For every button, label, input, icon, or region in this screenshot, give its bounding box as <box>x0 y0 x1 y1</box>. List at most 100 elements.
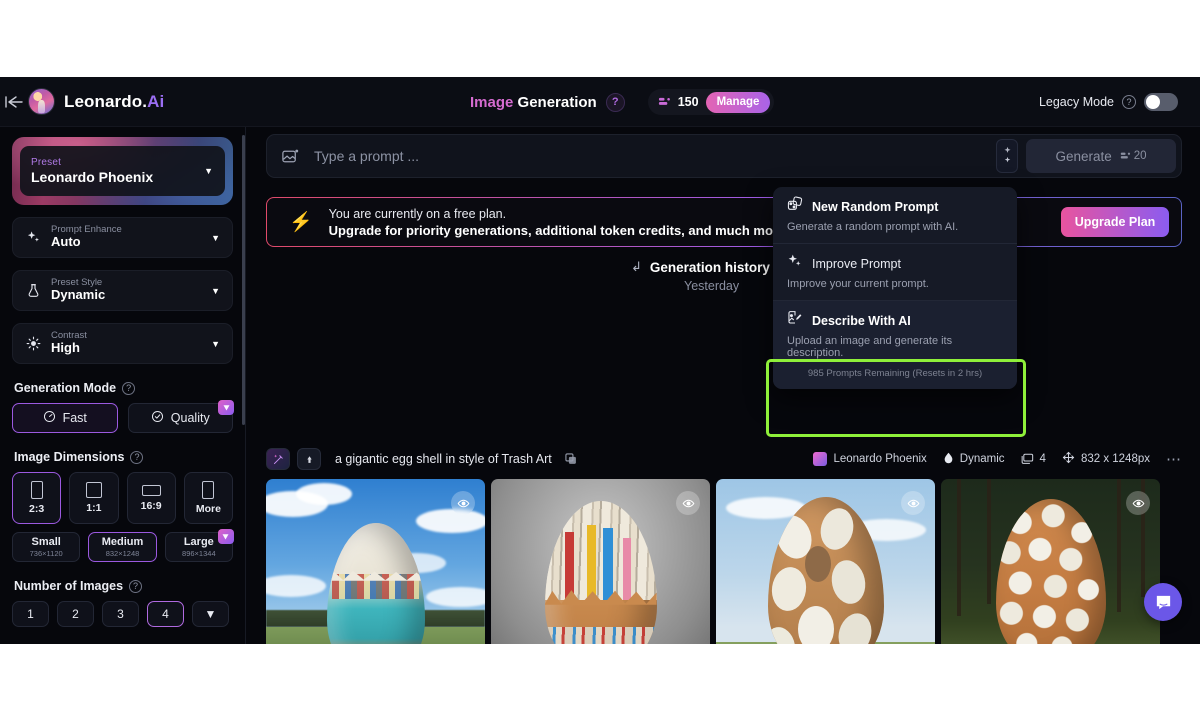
meta-model: Leonardo Phoenix <box>813 452 927 466</box>
app-window: Leonardo.Ai Image Generation ? 150 Manag… <box>0 77 1200 644</box>
page-title-secondary: Generation <box>517 93 597 111</box>
image-upload-icon[interactable] <box>281 147 300 166</box>
brand-name-primary: Leonardo. <box>64 91 148 111</box>
arrow-up-icon[interactable] <box>297 448 321 470</box>
banner-line-1: You are currently on a free plan. <box>328 206 507 221</box>
thumbnail-2[interactable] <box>491 479 710 644</box>
meta-count: 4 <box>1021 452 1046 467</box>
wand-sparkle-icon[interactable] <box>266 448 290 470</box>
image-dimensions-title: Image Dimensions <box>14 450 125 464</box>
help-icon[interactable]: ? <box>129 579 143 593</box>
thumbnail-4[interactable] <box>941 479 1160 644</box>
size-large-name: Large <box>183 536 214 549</box>
magic-wand-icon[interactable] <box>996 139 1018 173</box>
check-circle-icon <box>151 410 164 426</box>
prompt-input[interactable] <box>314 148 996 164</box>
meta-style: Dynamic <box>943 452 1005 467</box>
aspect-ratio-2-3[interactable]: 2:3 <box>12 472 62 524</box>
aspect-ratio-2-3-label: 2:3 <box>29 503 45 515</box>
size-medium[interactable]: Medium 832×1248 <box>88 532 157 562</box>
menu-item-improve-prompt[interactable]: Improve Prompt Improve your current prom… <box>773 243 1017 300</box>
generation-mode-fast[interactable]: Fast <box>12 403 118 433</box>
chevron-down-icon: ▼ <box>204 166 213 176</box>
size-medium-name: Medium <box>101 536 144 549</box>
history-day-label: Yesterday <box>684 279 740 293</box>
generation-mode-quality[interactable]: Quality <box>127 400 234 433</box>
chat-bubble-icon[interactable] <box>1144 583 1182 621</box>
size-small[interactable]: Small 736×1120 <box>12 532 81 562</box>
upgrade-plan-button[interactable]: Upgrade Plan <box>1061 207 1169 237</box>
thumbnail-3-preview-button[interactable] <box>901 491 925 515</box>
brand-logo[interactable]: Leonardo.Ai <box>28 88 164 115</box>
preset-style-value: Dynamic <box>51 287 106 303</box>
model-thumbnail-icon <box>813 452 828 466</box>
speedometer-icon <box>43 410 56 426</box>
aspect-ratio-16-9-label: 16:9 <box>140 499 162 512</box>
number-of-images-3[interactable]: 3 <box>102 601 139 627</box>
meta-count-label: 4 <box>1039 453 1046 465</box>
menu-item-head: Describe With AI <box>787 310 1003 331</box>
free-plan-banner: ⚡ You are currently on a free plan. Upgr… <box>266 197 1182 247</box>
square-shape-icon <box>85 482 102 498</box>
help-icon[interactable]: ? <box>130 450 144 464</box>
resize-arrows-icon <box>1062 451 1075 467</box>
portrait-shape-icon <box>30 481 43 499</box>
aspect-ratio-1-1[interactable]: 1:1 <box>69 472 119 524</box>
size-medium-dims: 832×1248 <box>105 548 140 558</box>
number-of-images-2[interactable]: 2 <box>57 601 94 627</box>
number-of-images-more[interactable]: ▼ <box>192 601 229 627</box>
generation-history-title: Generation history <box>649 259 770 275</box>
arrow-down-left-icon: ↲ <box>631 259 642 274</box>
sidebar-scrollbar[interactable] <box>242 135 245 425</box>
prompt-enhance-selector[interactable]: Prompt Enhance Auto ▼ <box>12 217 233 258</box>
menu-item-describe-with-ai[interactable]: Describe With AI Upload an image and gen… <box>773 300 1017 389</box>
preset-selector[interactable]: Preset Leonardo Phoenix ▼ <box>12 137 233 205</box>
sidebar: Preset Leonardo Phoenix ▼ Prompt Enhance… <box>0 127 246 644</box>
preset-value: Leonardo Phoenix <box>31 169 154 185</box>
help-icon[interactable]: ? <box>122 381 136 395</box>
back-arrow-icon[interactable] <box>4 95 24 109</box>
legacy-help-icon[interactable]: ? <box>1122 95 1136 109</box>
aspect-ratio-more[interactable]: More <box>183 472 233 524</box>
generation-history-header: ↲ Generation history <box>631 259 770 275</box>
token-count: 150 <box>677 95 699 109</box>
copy-icon[interactable] <box>564 452 578 466</box>
size-small-name: Small <box>31 536 61 549</box>
prompt-enhance-text: Prompt Enhance Auto <box>51 224 122 251</box>
sparkle-icon <box>787 253 803 274</box>
preset-style-selector[interactable]: Preset Style Dynamic ▼ <box>12 270 233 311</box>
generation-mode-header: Generation Mode ? <box>14 381 233 395</box>
legacy-mode-toggle[interactable] <box>1144 93 1178 111</box>
chevron-down-icon: ▼ <box>211 285 220 296</box>
generation-mode-fast-label: Fast <box>62 411 87 425</box>
premium-gem-icon <box>217 529 234 544</box>
number-of-images-4[interactable]: 4 <box>147 601 184 627</box>
help-icon[interactable]: ? <box>605 92 625 112</box>
dice-icon <box>787 196 803 217</box>
number-of-images-1[interactable]: 1 <box>12 601 49 627</box>
menu-item-new-random-prompt[interactable]: New Random Prompt Generate a random prom… <box>773 187 1017 243</box>
token-balance: 150 Manage <box>647 89 775 115</box>
generate-button[interactable]: Generate 20 <box>1026 139 1176 173</box>
thumbnail-4-preview-button[interactable] <box>1126 491 1150 515</box>
chevron-down-icon: ▼ <box>211 232 220 243</box>
generation-thumbnails <box>266 479 1200 644</box>
generate-cost: 20 <box>1120 150 1147 162</box>
size-options: Small 736×1120 Medium 832×1248 Large 896… <box>12 529 234 562</box>
landscape-shape-icon <box>141 484 161 496</box>
lightning-bolt-icon: ⚡ <box>289 212 313 233</box>
thumbnail-3[interactable] <box>716 479 935 644</box>
meta-resolution: 832 x 1248px <box>1062 451 1150 467</box>
thumbnail-2-preview-button[interactable] <box>676 491 700 515</box>
thumbnail-1-preview-button[interactable] <box>451 491 475 515</box>
menu-item-describe-with-ai-note: 985 Prompts Remaining (Resets in 2 hrs) <box>807 368 983 379</box>
manage-button[interactable]: Manage <box>705 91 771 113</box>
ellipsis-icon[interactable]: ⋯ <box>1166 450 1182 468</box>
brand-name-suffix: Ai <box>147 91 165 111</box>
aspect-ratio-16-9[interactable]: 16:9 <box>126 472 176 524</box>
contrast-selector[interactable]: Contrast High ▼ <box>12 323 233 364</box>
thumbnail-1[interactable] <box>266 479 485 644</box>
size-large[interactable]: Large 896×1344 <box>164 529 234 562</box>
number-of-images-options: 1 2 3 4 ▼ <box>12 601 233 627</box>
aspect-ratio-1-1-label: 1:1 <box>86 502 102 514</box>
